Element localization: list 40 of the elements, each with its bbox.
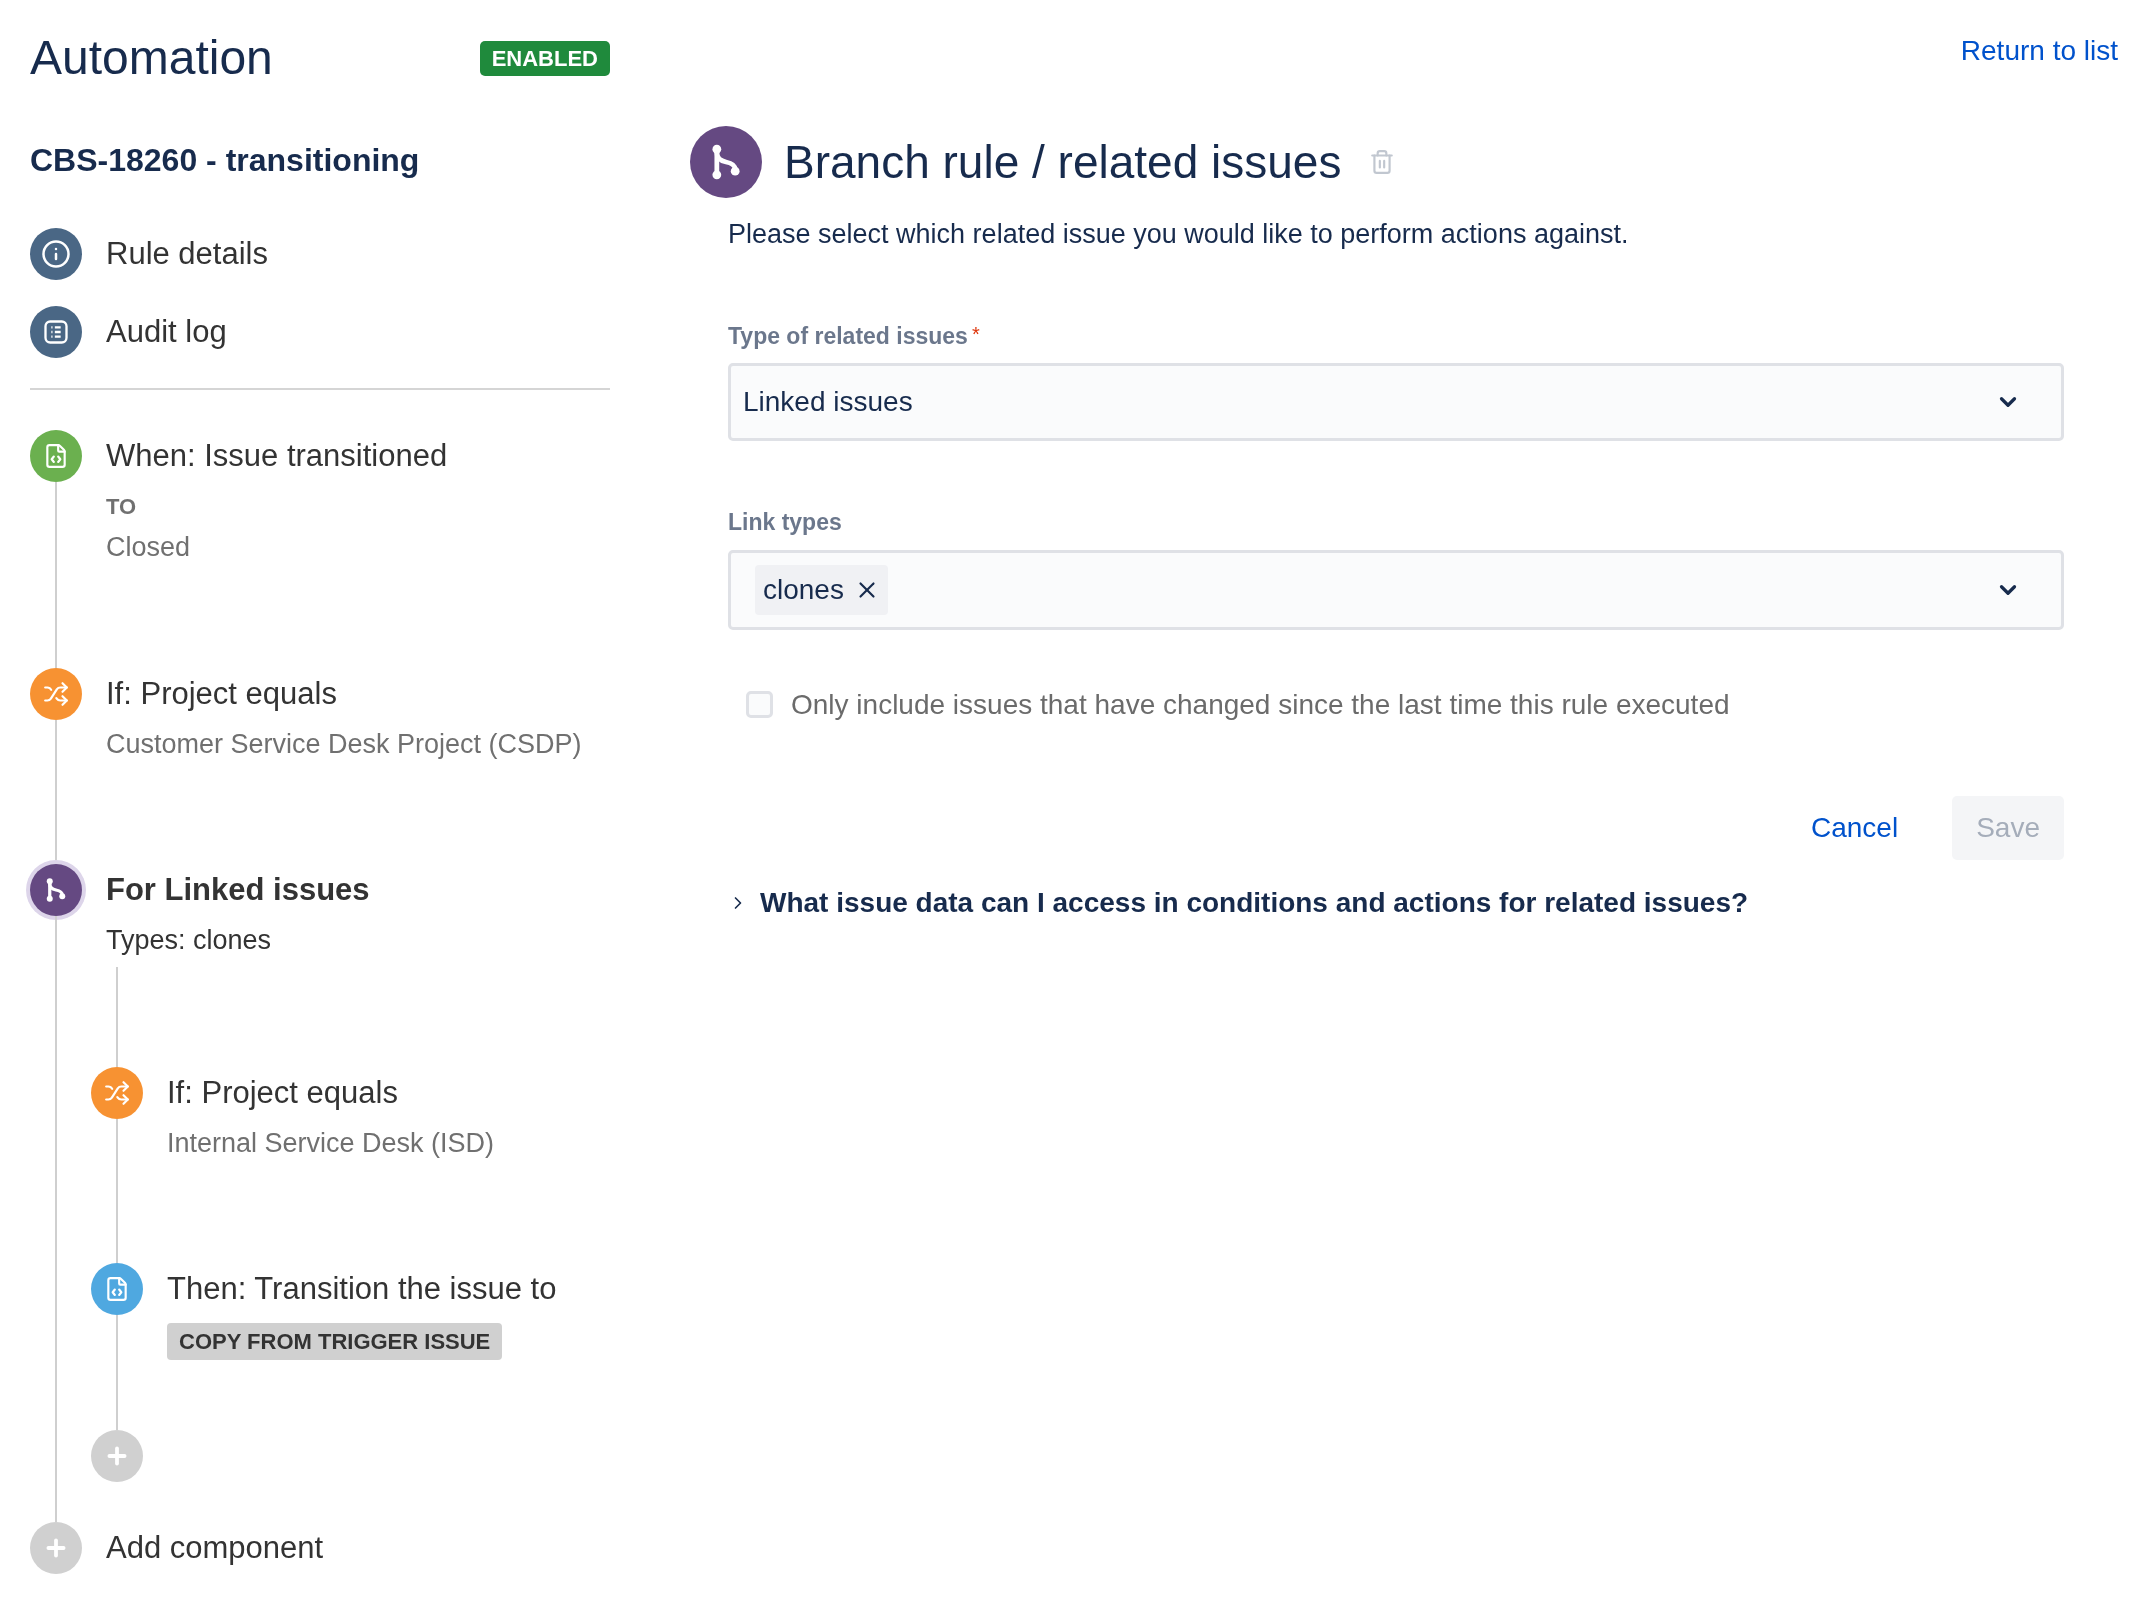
field-label: Link types bbox=[728, 508, 842, 537]
shuffle-icon bbox=[91, 1066, 143, 1119]
add-component-label[interactable]: Add component bbox=[106, 1522, 324, 1574]
cancel-button[interactable]: Cancel bbox=[1787, 795, 1923, 860]
step-title[interactable]: For Linked issues bbox=[106, 864, 557, 916]
document-code-icon bbox=[30, 430, 82, 482]
status-lozenge: ENABLED bbox=[479, 40, 610, 76]
step-sub-label: TO bbox=[106, 493, 138, 521]
step-title[interactable]: If: Project equals bbox=[106, 667, 582, 720]
step-detail: Types: clones bbox=[106, 924, 273, 957]
help-expander[interactable]: What issue data can I access in conditions and actions for related issues? bbox=[760, 881, 1749, 924]
checkbox[interactable] bbox=[746, 691, 773, 718]
required-asterisk: * bbox=[971, 321, 980, 347]
step-title[interactable]: Then: Transition the issue to bbox=[167, 1263, 557, 1315]
trash-icon[interactable] bbox=[1369, 149, 1396, 175]
tag-label: clones bbox=[763, 572, 844, 607]
add-icon[interactable] bbox=[30, 1522, 82, 1574]
shuffle-icon bbox=[30, 667, 82, 720]
step-detail: Closed bbox=[106, 531, 192, 564]
add-icon[interactable] bbox=[91, 1430, 143, 1482]
status-lozenge: COPY FROM TRIGGER ISSUE bbox=[167, 1323, 503, 1360]
multi-select-field[interactable]: clones bbox=[728, 549, 2064, 630]
field-label: Type of related issues bbox=[728, 321, 968, 351]
panel-description: Please select which related issue you would like to perform actions against. bbox=[728, 218, 1630, 251]
step-detail: Customer Service Desk Project (CSDP) bbox=[106, 727, 582, 761]
nav-item[interactable]: Rule details bbox=[106, 230, 268, 278]
step-detail: Internal Service Desk (ISD) bbox=[167, 1126, 495, 1160]
step-title[interactable]: If: Project equals bbox=[167, 1066, 495, 1119]
nav-item[interactable]: Audit log bbox=[106, 308, 227, 356]
document-code-icon bbox=[91, 1263, 143, 1315]
select-value: Linked issues bbox=[743, 385, 914, 419]
list-icon bbox=[30, 306, 82, 358]
page-title: Automation bbox=[30, 30, 273, 86]
return-to-list-link[interactable]: Return to list bbox=[1960, 30, 2118, 72]
rule-name: CBS-18260 - transitioning bbox=[30, 141, 421, 180]
checkbox-label: Only include issues that have changed since the last time this rule executed bbox=[791, 687, 1730, 722]
step-title[interactable]: When: Issue transitioned bbox=[106, 430, 448, 482]
panel-title: Branch rule / related issues bbox=[784, 134, 1342, 190]
info-icon bbox=[30, 228, 82, 280]
select-field[interactable]: Linked issues bbox=[728, 363, 2064, 441]
